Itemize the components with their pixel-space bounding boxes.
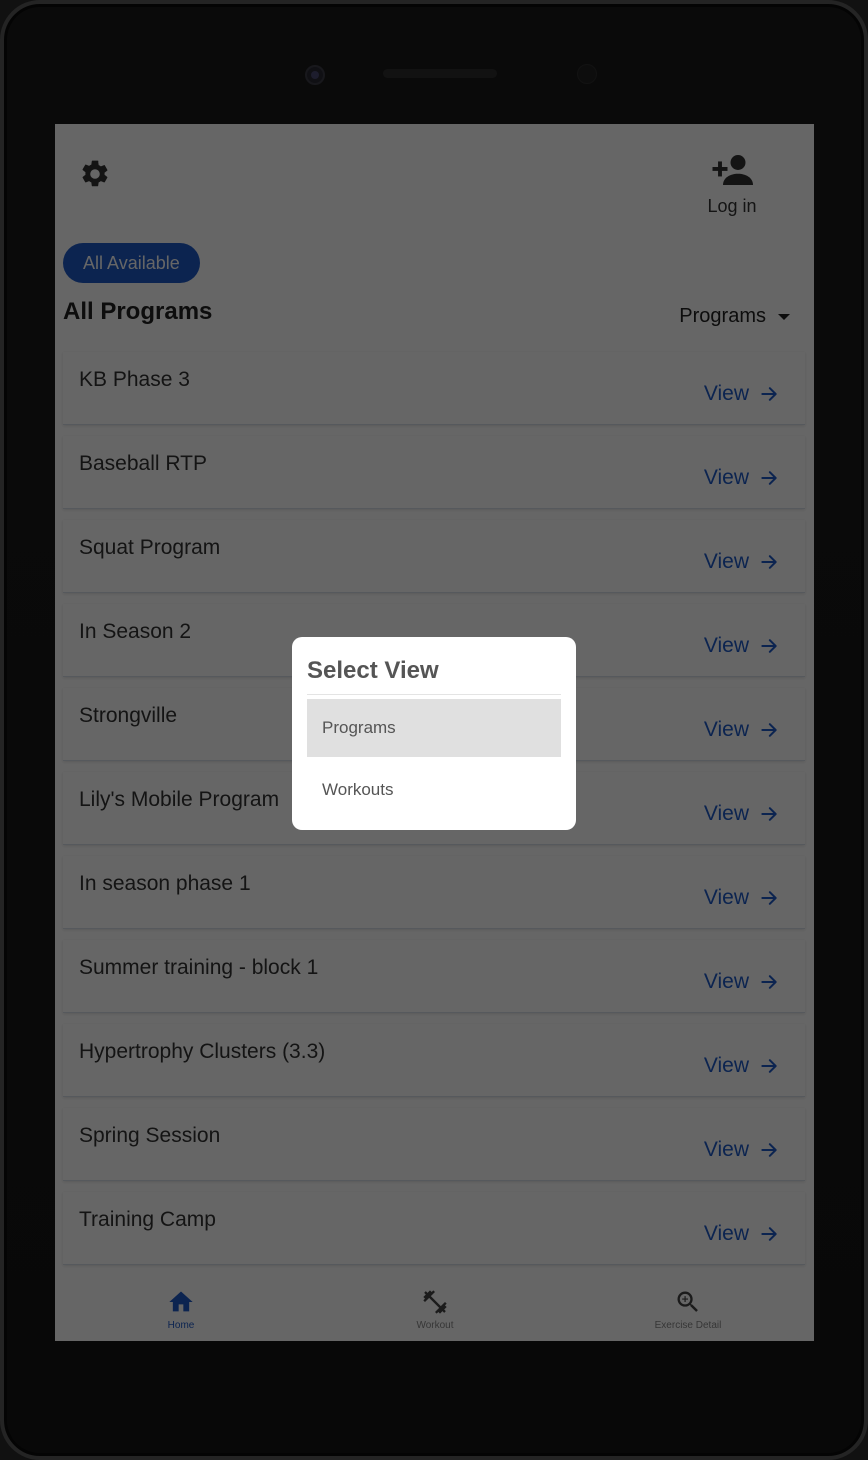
arrow-right-icon [761, 807, 777, 821]
zoom-in-icon [677, 1291, 698, 1312]
view-label: View [703, 466, 749, 489]
page-title: All Programs [63, 298, 213, 325]
arrow-right-icon [761, 639, 777, 653]
program-row[interactable]: Spring Session View [63, 1108, 805, 1181]
view-label: View [703, 1054, 749, 1077]
dialog-option-programs[interactable]: Programs [307, 699, 561, 757]
program-row[interactable]: Hypertrophy Clusters (3.3) View [63, 1024, 805, 1097]
view-program-button[interactable]: View [704, 886, 779, 910]
program-name: Hypertrophy Clusters (3.3) [79, 1040, 326, 1063]
view-label: View [703, 1138, 749, 1161]
program-name: KB Phase 3 [79, 368, 190, 391]
login-button[interactable]: Log in [692, 152, 772, 217]
program-row[interactable]: In season phase 1 View [63, 856, 805, 929]
view-label: View [703, 550, 749, 573]
select-view-dialog: Select View Programs Workouts [292, 637, 576, 830]
light-sensor [577, 64, 597, 84]
program-row[interactable]: Baseball RTP View [63, 436, 805, 509]
dumbbell-icon [423, 1290, 447, 1314]
program-name: In season phase 1 [79, 872, 251, 895]
view-label: View [703, 1222, 749, 1245]
arrow-right-icon [761, 723, 777, 737]
filter-chip-all-available[interactable]: All Available [63, 243, 200, 283]
arrow-right-icon [761, 975, 777, 989]
dialog-option-workouts[interactable]: Workouts [307, 761, 561, 819]
program-name: Squat Program [79, 536, 221, 559]
nav-item-home[interactable]: Home [126, 1288, 236, 1331]
program-row[interactable]: Training Camp View [63, 1192, 805, 1265]
nav-label: Workout [416, 1320, 454, 1331]
view-program-button[interactable]: View [704, 550, 779, 574]
speaker-grille [383, 69, 497, 78]
arrow-right-icon [761, 1227, 777, 1241]
view-program-button[interactable]: View [704, 634, 779, 658]
program-row[interactable]: KB Phase 3 View [63, 352, 805, 425]
view-program-button[interactable]: View [704, 802, 779, 826]
program-name: Strongville [79, 704, 178, 727]
program-name: Lily's Mobile Program [79, 788, 280, 811]
person-add-icon [712, 155, 753, 185]
view-program-button[interactable]: View [704, 466, 779, 490]
program-row[interactable]: Summer training - block 1 View [63, 940, 805, 1013]
program-name: Training Camp [79, 1208, 216, 1231]
nav-item-workout[interactable]: Workout [380, 1288, 490, 1331]
front-camera [305, 65, 325, 85]
program-name: Baseball RTP [79, 452, 208, 475]
arrow-right-icon [761, 1143, 777, 1157]
program-name: Summer training - block 1 [79, 956, 319, 979]
arrow-right-icon [761, 555, 777, 569]
view-program-button[interactable]: View [704, 1222, 779, 1246]
view-program-button[interactable]: View [704, 970, 779, 994]
caret-down-icon [778, 313, 790, 320]
view-program-button[interactable]: View [704, 1138, 779, 1162]
program-name: Spring Session [79, 1124, 221, 1147]
arrow-right-icon [761, 471, 777, 485]
gear-icon[interactable] [79, 158, 111, 190]
view-selector[interactable]: Programs [679, 305, 790, 328]
top-bar: Log in [55, 124, 814, 234]
login-label: Log in [707, 196, 757, 216]
view-label: View [703, 970, 749, 993]
view-program-button[interactable]: View [704, 382, 779, 406]
arrow-right-icon [761, 891, 777, 905]
view-label: View [703, 634, 749, 657]
view-selector-value: Programs [679, 305, 766, 327]
home-icon [169, 1291, 193, 1312]
nav-label: Exercise Detail [654, 1320, 722, 1331]
dialog-title: Select View [307, 657, 439, 684]
nav-label: Home [167, 1320, 195, 1331]
view-label: View [703, 382, 749, 405]
view-program-button[interactable]: View [704, 1054, 779, 1078]
bottom-navigation: Home Workout Exercise Detail [55, 1274, 814, 1341]
program-name: In Season 2 [79, 620, 192, 643]
view-program-button[interactable]: View [704, 718, 779, 742]
dialog-divider [307, 694, 561, 695]
view-label: View [703, 886, 749, 909]
arrow-right-icon [761, 1059, 777, 1073]
program-row[interactable]: Squat Program View [63, 520, 805, 593]
arrow-right-icon [761, 387, 777, 401]
view-label: View [703, 718, 749, 741]
view-label: View [703, 802, 749, 825]
nav-item-exercise-detail[interactable]: Exercise Detail [633, 1288, 743, 1331]
